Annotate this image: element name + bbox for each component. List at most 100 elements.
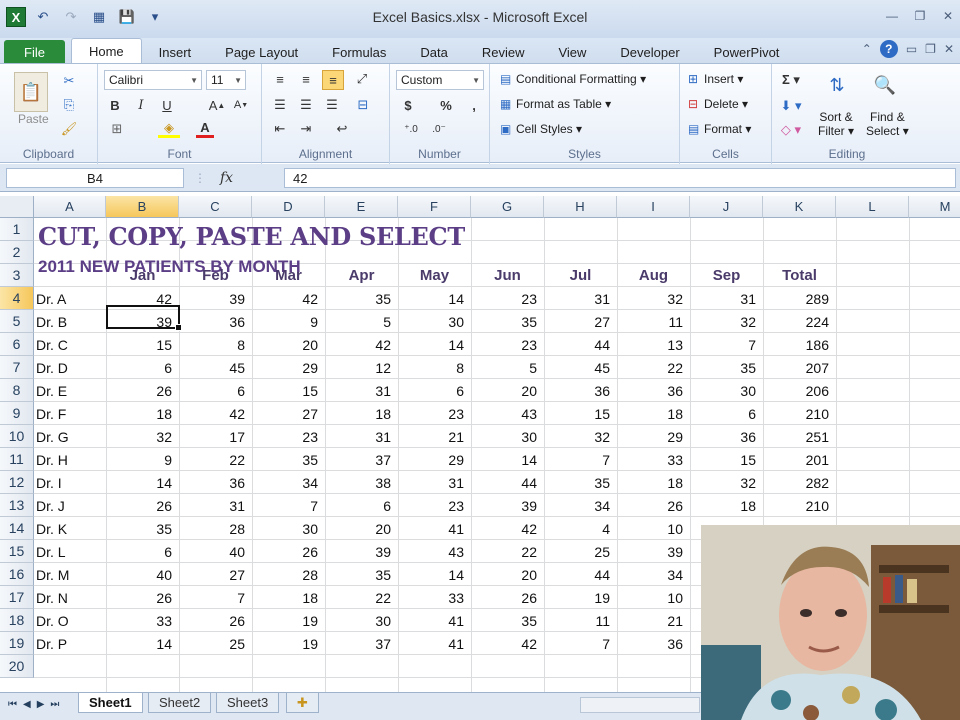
- value-cell[interactable]: 18: [106, 402, 179, 425]
- value-cell[interactable]: 30: [252, 517, 325, 540]
- tab-formulas[interactable]: Formulas: [315, 40, 403, 64]
- restore-icon[interactable]: ❐: [912, 8, 928, 24]
- total-cell[interactable]: 210: [763, 494, 836, 517]
- orientation-icon[interactable]: ⤢: [352, 70, 372, 88]
- total-cell[interactable]: 289: [763, 287, 836, 310]
- column-header-i[interactable]: I: [617, 196, 690, 218]
- tab-page-layout[interactable]: Page Layout: [208, 40, 315, 64]
- value-cell[interactable]: 25: [544, 540, 617, 563]
- borders-icon[interactable]: ⊞: [106, 120, 128, 138]
- increase-indent-icon[interactable]: ⇥: [296, 120, 316, 138]
- horizontal-scrollbar[interactable]: [580, 697, 700, 713]
- doctor-name-cell[interactable]: Dr. C: [34, 333, 106, 356]
- row-header-10[interactable]: 10: [0, 425, 34, 448]
- value-cell[interactable]: 23: [398, 494, 471, 517]
- help-icon[interactable]: ?: [879, 40, 898, 58]
- value-cell[interactable]: 26: [179, 609, 252, 632]
- workbook-restore-icon[interactable]: ❐: [925, 42, 936, 56]
- total-cell[interactable]: 251: [763, 425, 836, 448]
- prev-sheet-icon[interactable]: ◀: [23, 699, 31, 710]
- column-header-l[interactable]: L: [836, 196, 909, 218]
- column-header-g[interactable]: G: [471, 196, 544, 218]
- value-cell[interactable]: 30: [690, 379, 763, 402]
- value-cell[interactable]: 20: [325, 517, 398, 540]
- value-cell[interactable]: 36: [690, 425, 763, 448]
- value-cell[interactable]: 22: [471, 540, 544, 563]
- bold-icon[interactable]: B: [106, 96, 124, 114]
- fill-color-icon[interactable]: ◈: [158, 120, 180, 138]
- value-cell[interactable]: 7: [252, 494, 325, 517]
- doctor-name-cell[interactable]: Dr. G: [34, 425, 106, 448]
- month-header-cell[interactable]: Sep: [690, 264, 763, 287]
- value-cell[interactable]: 44: [544, 333, 617, 356]
- value-cell[interactable]: 38: [325, 471, 398, 494]
- doctor-name-cell[interactable]: Dr. H: [34, 448, 106, 471]
- row-header-8[interactable]: 8: [0, 379, 34, 402]
- value-cell[interactable]: 8: [179, 333, 252, 356]
- value-cell[interactable]: 12: [325, 356, 398, 379]
- value-cell[interactable]: 28: [252, 563, 325, 586]
- value-cell[interactable]: 31: [398, 471, 471, 494]
- row-header-20[interactable]: 20: [0, 655, 34, 678]
- value-cell[interactable]: 15: [690, 448, 763, 471]
- value-cell[interactable]: 14: [106, 632, 179, 655]
- sheet-tab-sheet3[interactable]: Sheet3: [216, 693, 280, 713]
- month-header-cell[interactable]: Feb: [179, 264, 252, 287]
- increase-decimal-icon[interactable]: ⁺.0: [400, 120, 422, 138]
- value-cell[interactable]: 35: [325, 287, 398, 310]
- value-cell[interactable]: 30: [398, 310, 471, 333]
- value-cell[interactable]: 31: [325, 379, 398, 402]
- value-cell[interactable]: 41: [398, 609, 471, 632]
- row-header-12[interactable]: 12: [0, 471, 34, 494]
- value-cell[interactable]: 9: [252, 310, 325, 333]
- value-cell[interactable]: 14: [398, 563, 471, 586]
- sort-filter-button[interactable]: Sort & Filter ▾: [818, 110, 854, 138]
- value-cell[interactable]: 19: [544, 586, 617, 609]
- format-as-table-button[interactable]: ▦ Format as Table ▾: [500, 97, 611, 111]
- value-cell[interactable]: 15: [106, 333, 179, 356]
- last-sheet-icon[interactable]: ⏭: [50, 699, 59, 710]
- total-cell[interactable]: 210: [763, 402, 836, 425]
- paste-icon[interactable]: 📋: [14, 72, 48, 112]
- value-cell[interactable]: 26: [471, 586, 544, 609]
- value-cell[interactable]: 8: [398, 356, 471, 379]
- value-cell[interactable]: 20: [471, 563, 544, 586]
- value-cell[interactable]: 23: [471, 287, 544, 310]
- month-header-cell[interactable]: May: [398, 264, 471, 287]
- value-cell[interactable]: 30: [325, 609, 398, 632]
- align-bottom-icon[interactable]: ≡: [322, 70, 344, 90]
- value-cell[interactable]: 23: [252, 425, 325, 448]
- value-cell[interactable]: 18: [690, 494, 763, 517]
- value-cell[interactable]: 39: [471, 494, 544, 517]
- value-cell[interactable]: 35: [690, 356, 763, 379]
- value-cell[interactable]: 19: [252, 632, 325, 655]
- value-cell[interactable]: 42: [179, 402, 252, 425]
- doctor-name-cell[interactable]: Dr. J: [34, 494, 106, 517]
- value-cell[interactable]: 39: [325, 540, 398, 563]
- row-header-4[interactable]: 4: [0, 287, 34, 310]
- merge-center-icon[interactable]: ⊟: [352, 96, 374, 114]
- value-cell[interactable]: 29: [398, 448, 471, 471]
- value-cell[interactable]: 40: [106, 563, 179, 586]
- conditional-formatting-button[interactable]: ▤ Conditional Formatting ▾: [500, 72, 646, 86]
- value-cell[interactable]: 42: [325, 333, 398, 356]
- value-cell[interactable]: 44: [544, 563, 617, 586]
- month-header-cell[interactable]: Apr: [325, 264, 398, 287]
- column-header-e[interactable]: E: [325, 196, 398, 218]
- delete-cells-button[interactable]: ⊟ Delete ▾: [688, 97, 748, 111]
- value-cell[interactable]: 7: [690, 333, 763, 356]
- close-icon[interactable]: ✕: [940, 8, 956, 24]
- autosum-icon[interactable]: Σ ▾: [780, 70, 802, 90]
- value-cell[interactable]: 10: [617, 586, 690, 609]
- column-header-j[interactable]: J: [690, 196, 763, 218]
- value-cell[interactable]: 36: [179, 310, 252, 333]
- value-cell[interactable]: 29: [617, 425, 690, 448]
- value-cell[interactable]: 20: [252, 333, 325, 356]
- doctor-name-cell[interactable]: Dr. L: [34, 540, 106, 563]
- month-header-cell[interactable]: Aug: [617, 264, 690, 287]
- number-format-select[interactable]: Custom ▼: [396, 70, 484, 90]
- value-cell[interactable]: 26: [106, 494, 179, 517]
- next-sheet-icon[interactable]: ▶: [37, 699, 45, 710]
- row-header-18[interactable]: 18: [0, 609, 34, 632]
- value-cell[interactable]: 44: [471, 471, 544, 494]
